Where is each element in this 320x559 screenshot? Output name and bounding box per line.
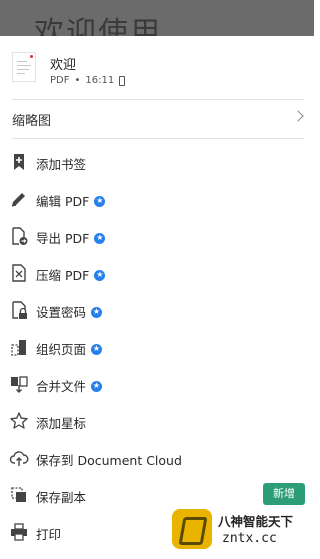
menu-label: 编辑 PDF [36,191,106,210]
printer-icon [11,523,27,541]
bookmark-add-icon [14,154,24,170]
organize-pages-icon [11,340,26,356]
menu-item-save-to-cloud[interactable]: 保存到 Document Cloud [0,440,314,476]
premium-star-icon [91,343,103,355]
menu-label: 保存副本 [36,490,87,505]
file-name: 欢迎 [50,58,77,73]
copy-icon [11,487,26,502]
pencil-icon [11,193,25,207]
file-thumbnail [12,52,36,82]
password-lock-icon [12,301,27,319]
combine-files-icon [11,376,28,393]
phone-icon [119,75,126,86]
watermark: 八神智能天下 zntx.cc [170,507,310,553]
menu-label: 添加书签 [36,157,87,172]
watermark-text: 八神智能天下 [218,514,294,529]
file-header: 欢迎 PDF • 16:11 [0,36,314,98]
divider [12,138,304,139]
premium-star-icon [94,269,106,281]
menu-label: 保存到 Document Cloud [36,453,182,468]
watermark-logo-icon [172,509,212,549]
premium-star-icon [94,195,106,207]
menu-item-combine-files[interactable]: 合并文件 [0,366,314,402]
meta-separator: • [74,75,81,86]
menu-label: 导出 PDF [36,228,106,247]
premium-star-icon [91,380,103,392]
menu-item-add-star[interactable]: 添加星标 [0,403,314,439]
chevron-right-icon [292,110,304,122]
thumbnails-row[interactable]: 缩略图 [0,100,314,138]
premium-star-icon [94,232,106,244]
premium-star-icon [91,306,103,318]
menu-label: 打印 [36,527,62,542]
menu-item-add-bookmark[interactable]: 添加书签 [0,144,314,180]
file-meta: PDF • 16:11 [50,75,126,86]
thumbnails-label: 缩略图 [12,114,52,129]
star-outline-icon [10,412,28,429]
menu-label: 设置密码 [36,302,103,321]
cloud-upload-icon [9,451,29,466]
menu-label: 添加星标 [36,416,87,431]
menu-label: 组织页面 [36,339,103,358]
new-badge: 新增 [263,483,305,505]
menu-item-set-password[interactable]: 设置密码 [0,292,314,328]
export-pdf-icon [12,227,28,245]
context-menu-sheet: 欢迎 PDF • 16:11 缩略图 添加书签 编辑 PDF★ 导出 PDF★ … [0,36,314,559]
file-time: 16:11 [85,75,115,86]
menu-label: 合并文件 [36,376,103,395]
file-type: PDF [50,75,70,86]
menu-item-organize-pages[interactable]: 组织页面 [0,329,314,365]
menu-item-compress-pdf[interactable]: 压缩 PDF [0,255,314,291]
menu-label: 压缩 PDF [36,265,106,284]
menu-item-export-pdf[interactable]: 导出 PDF [0,218,314,254]
menu-item-edit-pdf[interactable]: 编辑 PDF [0,181,314,217]
watermark-url: zntx.cc [222,531,277,546]
compress-pdf-icon [12,264,26,282]
